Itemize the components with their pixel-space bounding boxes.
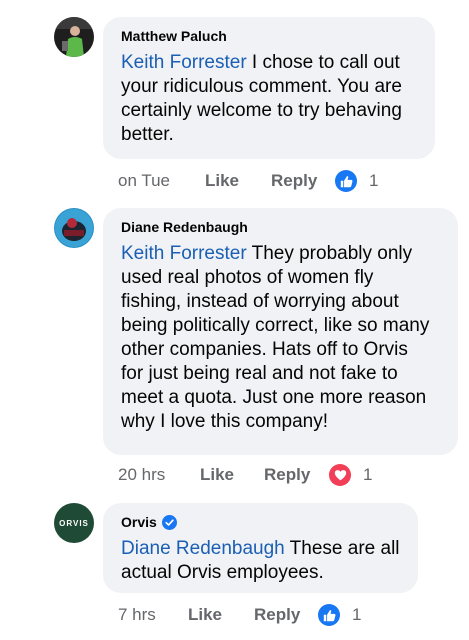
comment-text: Keith Forrester They probably only used … (121, 243, 430, 432)
orvis-logo-text: ORVIS (59, 518, 89, 528)
reaction-count[interactable]: 1 (352, 605, 361, 625)
comment-text: Keith Forrester I chose to call out your… (121, 52, 402, 145)
like-button[interactable]: Like (205, 171, 271, 191)
avatar[interactable]: ORVIS (54, 503, 94, 543)
reaction-count[interactable]: 1 (363, 465, 372, 485)
author-name[interactable]: Diane Redenbaugh (121, 218, 442, 236)
comment-actions: 7 hrs Like Reply 1 (118, 603, 458, 627)
verified-badge-icon (161, 514, 177, 530)
comment-bubble: Diane Redenbaugh Keith Forrester They pr… (103, 208, 458, 455)
timestamp[interactable]: on Tue (118, 171, 205, 191)
author-name[interactable]: Matthew Paluch (121, 27, 419, 45)
comment-actions: on Tue Like Reply 1 (118, 169, 458, 193)
love-reaction-icon[interactable] (329, 464, 351, 486)
reply-button[interactable]: Reply (254, 605, 318, 625)
comment-bubble: Orvis Diane Redenbaugh These are all act… (103, 503, 418, 593)
avatar[interactable] (54, 17, 94, 57)
like-reaction-icon[interactable] (335, 170, 357, 192)
mention-link[interactable]: Keith Forrester (121, 243, 247, 264)
reply-button[interactable]: Reply (271, 171, 335, 191)
avatar[interactable] (54, 208, 94, 248)
comment-actions: 20 hrs Like Reply 1 (118, 463, 458, 487)
comment-bubble: Matthew Paluch Keith Forrester I chose t… (103, 17, 435, 159)
reply-button[interactable]: Reply (264, 465, 329, 485)
mention-link[interactable]: Keith Forrester (121, 52, 247, 73)
mention-link[interactable]: Diane Redenbaugh (121, 538, 285, 559)
timestamp[interactable]: 20 hrs (118, 465, 200, 485)
author-name[interactable]: Orvis (121, 513, 402, 531)
like-button[interactable]: Like (188, 605, 254, 625)
comment-text: Diane Redenbaugh These are all actual Or… (121, 538, 400, 583)
like-reaction-icon[interactable] (318, 604, 340, 626)
reaction-count[interactable]: 1 (369, 171, 378, 191)
timestamp[interactable]: 7 hrs (118, 605, 188, 625)
like-button[interactable]: Like (200, 465, 264, 485)
